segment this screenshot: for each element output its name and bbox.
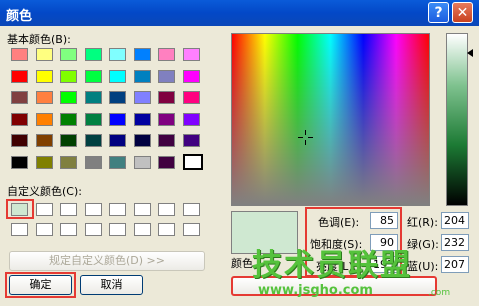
color-spectrum[interactable] bbox=[231, 33, 430, 206]
custom-color-swatch[interactable] bbox=[109, 223, 126, 236]
basic-color-swatch[interactable] bbox=[60, 112, 77, 126]
basic-colors-label: 基本颜色(B): bbox=[7, 33, 71, 46]
basic-color-swatch[interactable] bbox=[133, 155, 151, 169]
title-bar: 颜色 ? ✕ bbox=[0, 0, 479, 26]
luminosity-bar[interactable] bbox=[446, 33, 468, 206]
basic-color-swatch[interactable] bbox=[60, 134, 77, 147]
basic-color-swatch[interactable] bbox=[182, 112, 200, 126]
crosshair-icon bbox=[298, 130, 313, 145]
basic-color-swatch[interactable] bbox=[133, 91, 151, 104]
basic-color-swatch[interactable] bbox=[11, 112, 28, 126]
preview-label: 颜色 bbox=[231, 257, 253, 270]
custom-color-swatch[interactable] bbox=[35, 203, 53, 216]
basic-color-swatch[interactable] bbox=[158, 112, 175, 126]
custom-color-swatch[interactable] bbox=[109, 203, 126, 216]
basic-color-swatch[interactable] bbox=[11, 48, 28, 61]
basic-color-swatch[interactable] bbox=[182, 134, 200, 147]
basic-color-swatch[interactable] bbox=[35, 48, 53, 61]
green-field[interactable]: 232 bbox=[441, 234, 469, 251]
basic-color-swatch[interactable] bbox=[35, 69, 53, 83]
luminosity-arrow-icon[interactable] bbox=[467, 49, 473, 57]
highlight-box-ok bbox=[5, 272, 76, 298]
blue-field[interactable]: 207 bbox=[441, 256, 469, 273]
basic-color-swatch[interactable] bbox=[11, 155, 28, 169]
basic-color-swatch[interactable] bbox=[84, 112, 102, 126]
custom-color-swatch[interactable] bbox=[35, 223, 53, 236]
basic-color-swatch[interactable] bbox=[133, 112, 151, 126]
basic-color-swatch[interactable] bbox=[158, 48, 175, 61]
basic-color-swatch[interactable] bbox=[133, 69, 151, 83]
basic-color-swatch[interactable] bbox=[133, 48, 151, 61]
custom-color-swatch[interactable] bbox=[60, 223, 77, 236]
custom-color-swatch[interactable] bbox=[133, 203, 151, 216]
basic-color-swatch[interactable] bbox=[109, 91, 126, 104]
custom-color-swatch[interactable] bbox=[158, 223, 175, 236]
basic-color-swatch[interactable] bbox=[109, 48, 126, 61]
define-custom-colors-button[interactable]: 规定自定义颜色(D) >> bbox=[9, 251, 205, 271]
basic-color-swatch[interactable] bbox=[60, 155, 77, 169]
basic-color-swatch[interactable] bbox=[109, 112, 126, 126]
basic-color-swatch[interactable] bbox=[158, 155, 175, 169]
basic-color-swatch[interactable] bbox=[109, 134, 126, 147]
highlight-box-custom bbox=[6, 199, 34, 219]
custom-color-swatch[interactable] bbox=[133, 223, 151, 236]
custom-color-swatch[interactable] bbox=[182, 223, 200, 236]
custom-color-swatch[interactable] bbox=[158, 203, 175, 216]
basic-color-swatch[interactable] bbox=[35, 91, 53, 104]
basic-color-swatch[interactable] bbox=[60, 48, 77, 61]
basic-color-swatch[interactable] bbox=[11, 69, 28, 83]
basic-color-swatch[interactable] bbox=[133, 134, 151, 147]
close-button[interactable]: ✕ bbox=[452, 2, 473, 23]
custom-color-swatch[interactable] bbox=[84, 223, 102, 236]
basic-color-swatch[interactable] bbox=[84, 91, 102, 104]
basic-color-swatch[interactable] bbox=[35, 134, 53, 147]
help-button[interactable]: ? bbox=[428, 2, 449, 23]
basic-color-swatch[interactable] bbox=[158, 91, 175, 104]
watermark-com: .com bbox=[428, 288, 451, 298]
custom-color-swatch[interactable] bbox=[182, 203, 200, 216]
basic-color-swatch[interactable] bbox=[182, 69, 200, 83]
basic-color-swatch[interactable] bbox=[84, 48, 102, 61]
basic-color-swatch[interactable] bbox=[182, 48, 200, 61]
custom-colors-label: 自定义颜色(C): bbox=[7, 185, 82, 198]
basic-color-swatch[interactable] bbox=[60, 91, 77, 104]
basic-color-swatch[interactable] bbox=[158, 134, 175, 147]
custom-color-swatch[interactable] bbox=[84, 203, 102, 216]
basic-color-swatch[interactable] bbox=[109, 155, 126, 169]
basic-color-swatch[interactable] bbox=[84, 155, 102, 169]
basic-color-swatch[interactable] bbox=[60, 69, 77, 83]
basic-color-swatch[interactable] bbox=[109, 69, 126, 83]
watermark-url: www.jsgho.com bbox=[258, 283, 373, 298]
basic-color-swatch[interactable] bbox=[182, 153, 203, 170]
red-field[interactable]: 204 bbox=[441, 212, 469, 229]
basic-color-swatch[interactable] bbox=[11, 134, 28, 147]
basic-color-swatch[interactable] bbox=[35, 155, 53, 169]
basic-color-swatch[interactable] bbox=[182, 91, 200, 104]
cancel-button[interactable]: 取消 bbox=[80, 275, 143, 295]
watermark-text: 技术员联盟 bbox=[252, 248, 412, 283]
basic-color-swatch[interactable] bbox=[84, 69, 102, 83]
window-title: 颜色 bbox=[6, 9, 33, 24]
basic-color-swatch[interactable] bbox=[84, 134, 102, 147]
basic-color-swatch[interactable] bbox=[158, 69, 175, 83]
basic-color-swatch[interactable] bbox=[11, 91, 28, 104]
basic-color-swatch[interactable] bbox=[35, 112, 53, 126]
red-label: 红(R): bbox=[407, 216, 438, 229]
custom-color-swatch[interactable] bbox=[60, 203, 77, 216]
custom-color-swatch[interactable] bbox=[11, 223, 28, 236]
